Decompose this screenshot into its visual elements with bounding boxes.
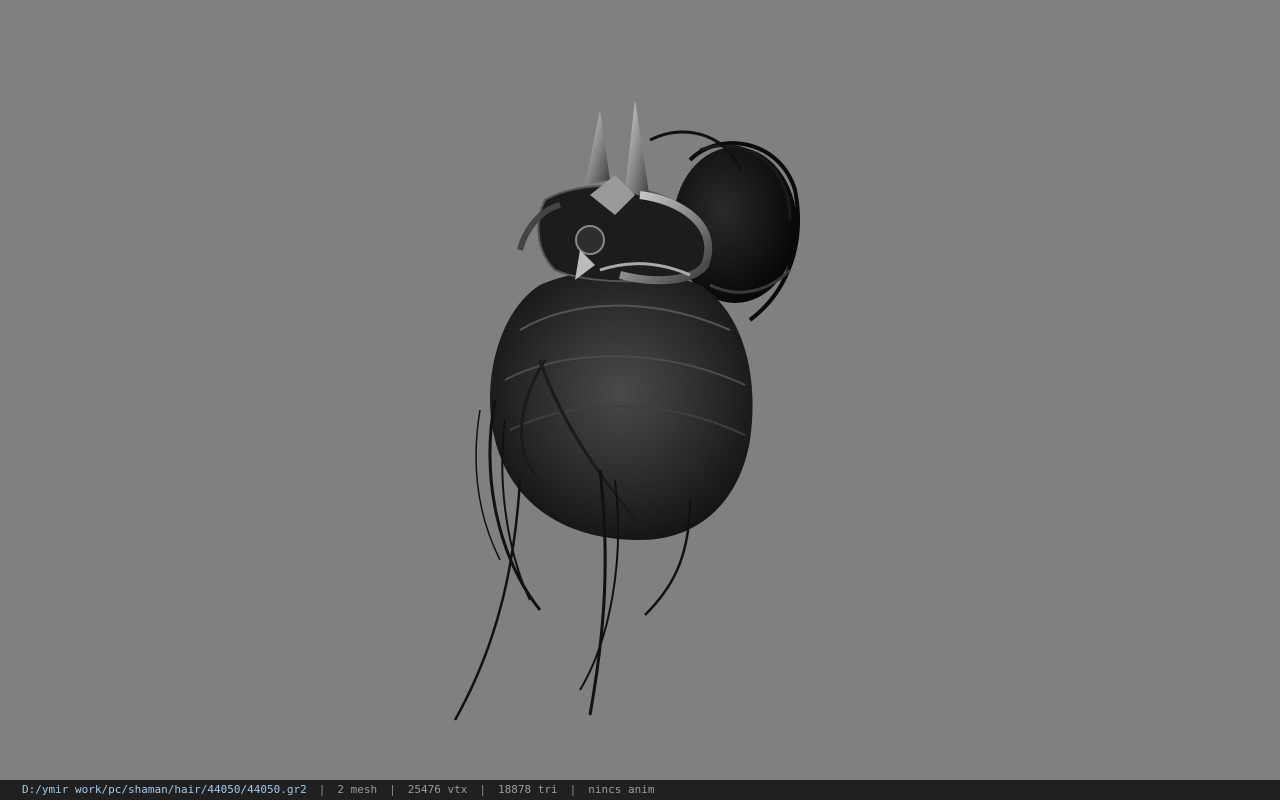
vertex-count: 25476 vtx [407,783,468,796]
file-path: D:/ymir work/pc/shaman/hair/44050/44050.… [22,783,307,796]
hair-main [490,270,753,540]
status-bar: D:/ymir work/pc/shaman/hair/44050/44050.… [0,780,1280,800]
separator: | [479,783,487,796]
mesh-count: 2 mesh [337,783,378,796]
triangle-count: 18878 tri [498,783,558,796]
3d-viewport[interactable] [0,0,1280,780]
separator: | [569,783,577,796]
separator: | [318,783,326,796]
separator: | [389,783,396,796]
anim-status: nincs anim [588,783,655,796]
hair-model-render[interactable] [0,0,1280,780]
